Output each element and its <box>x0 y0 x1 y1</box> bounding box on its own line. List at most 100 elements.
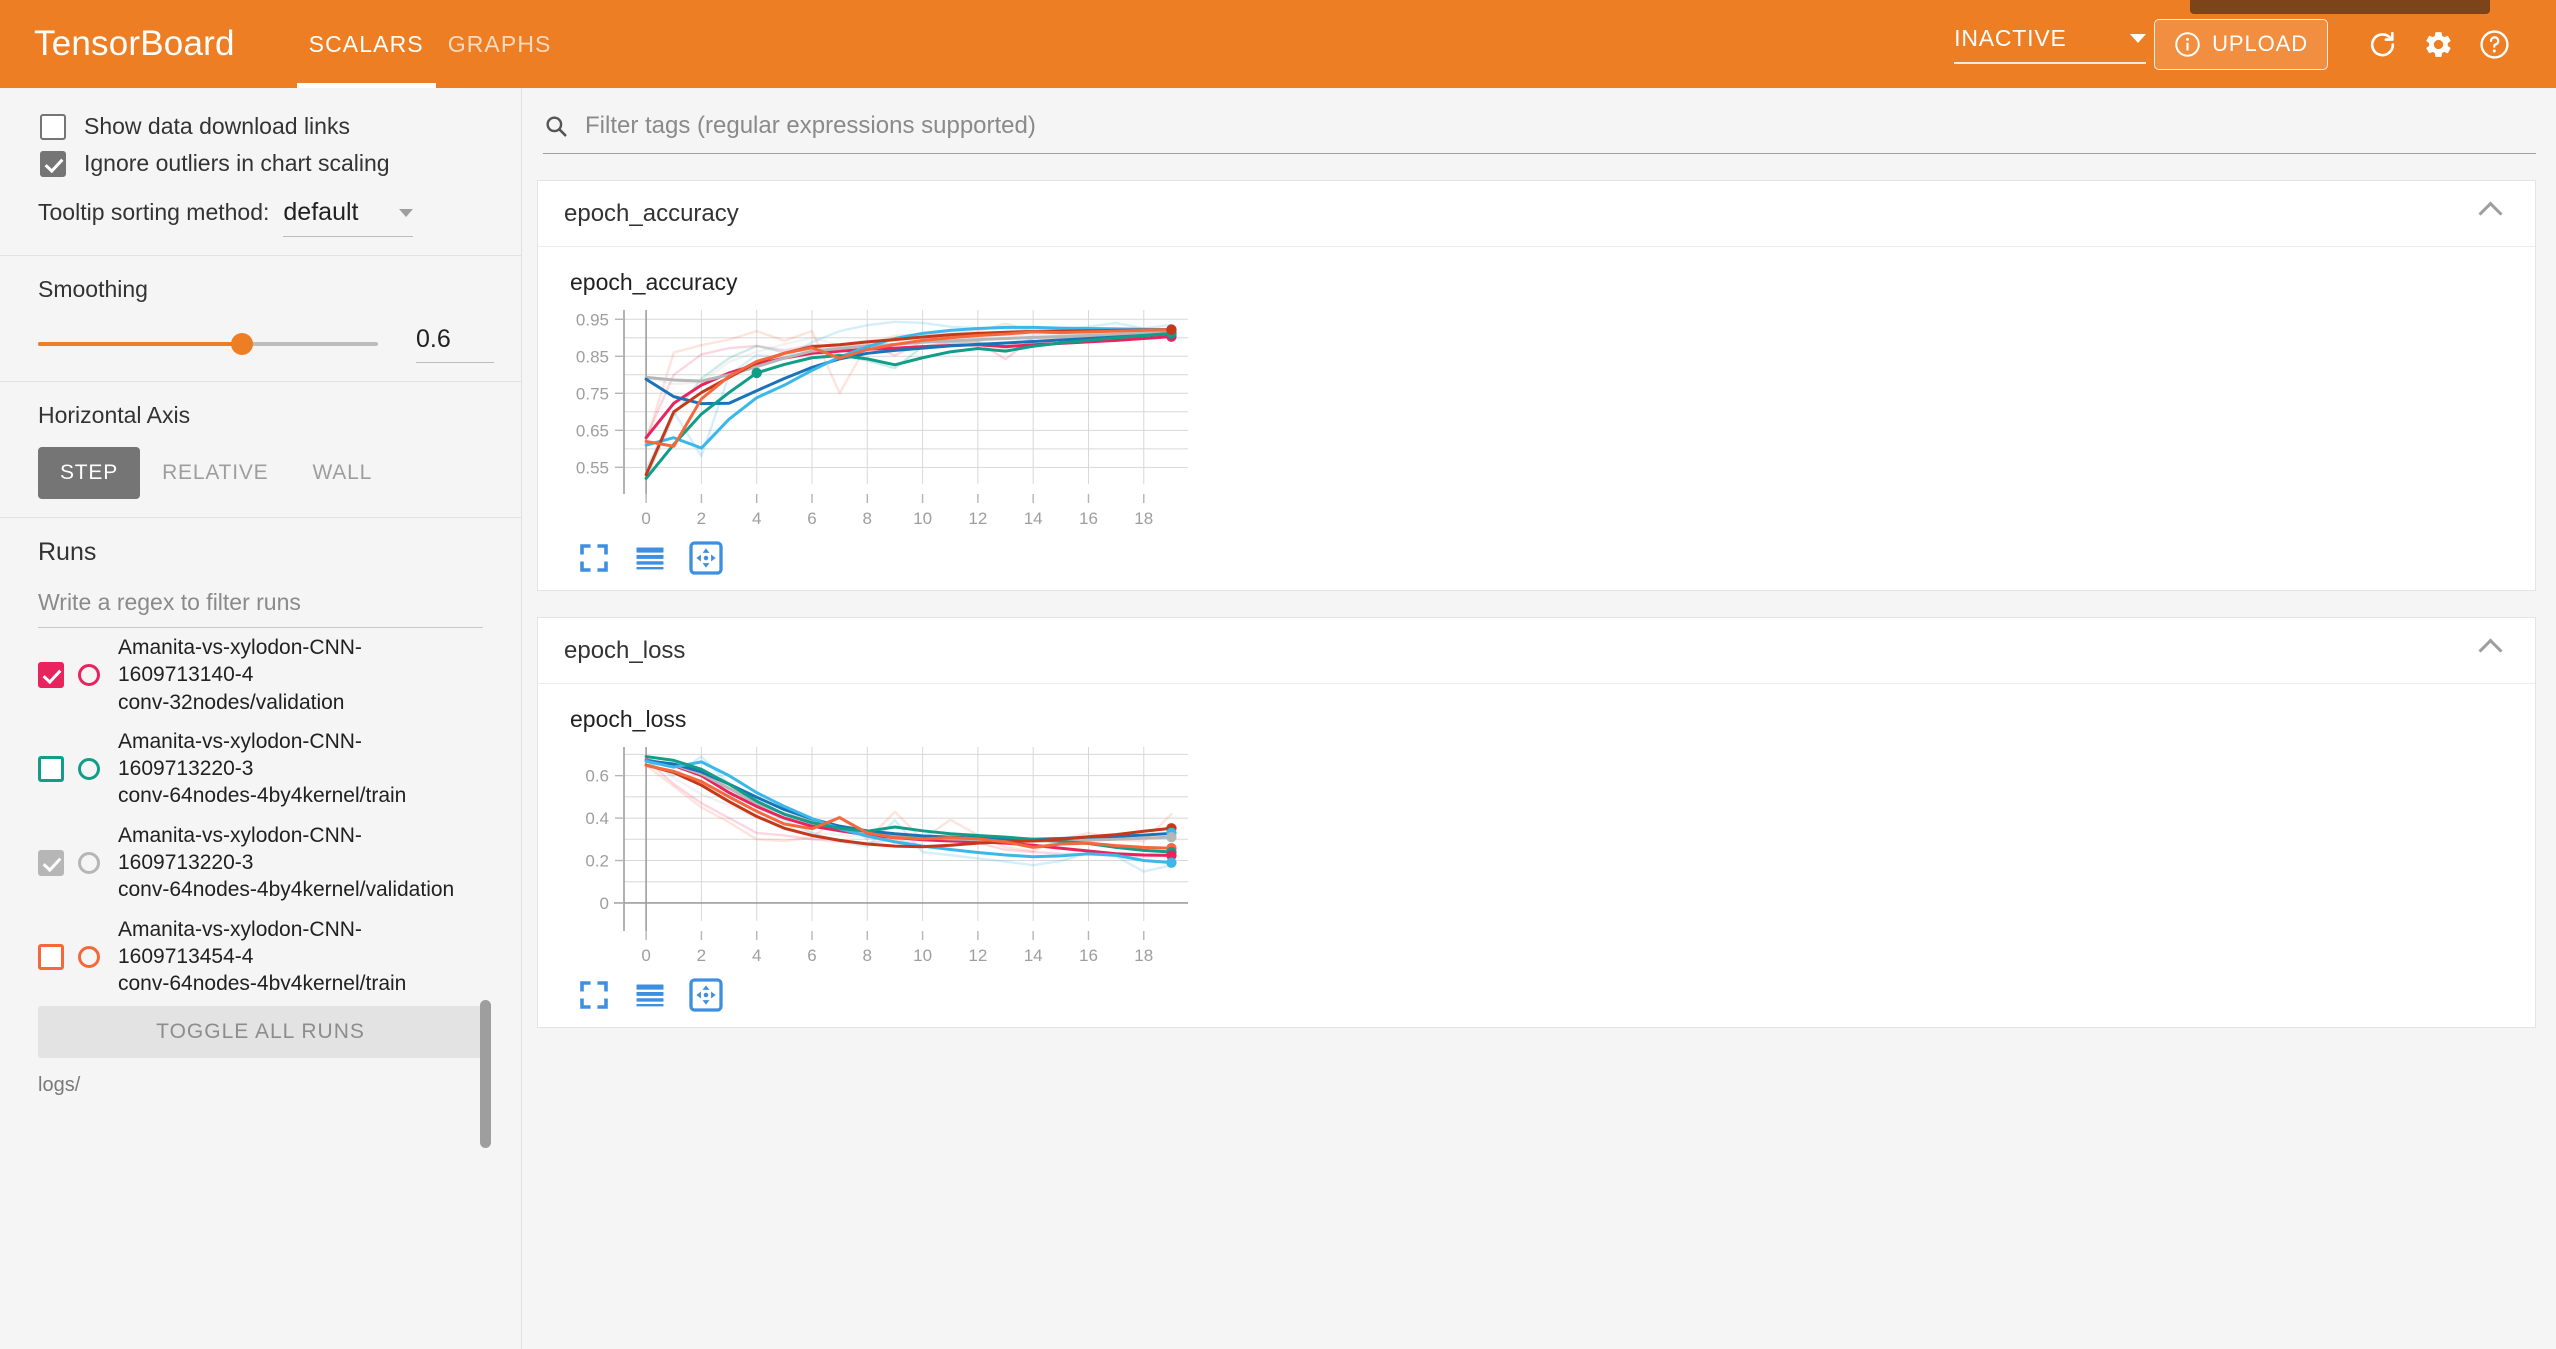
upload-button[interactable]: UPLOAD <box>2154 18 2328 70</box>
smoothing-slider[interactable] <box>38 333 378 355</box>
filter-tags-placeholder: Filter tags (regular expressions support… <box>585 112 1036 139</box>
smoothing-slider-knob[interactable] <box>231 333 253 355</box>
show-download-links-label: Show data download links <box>84 113 350 139</box>
svg-text:0.4: 0.4 <box>585 809 609 828</box>
svg-text:6: 6 <box>807 946 816 965</box>
tooltip-popup <box>2190 0 2490 14</box>
chevron-up-icon[interactable] <box>2478 638 2503 663</box>
svg-text:6: 6 <box>807 509 816 528</box>
tooltip-sorting-row: Tooltip sorting method: default <box>0 182 521 237</box>
run-list-item[interactable]: Amanita-vs-xylodon-CNN-1609713220-3 conv… <box>38 816 483 910</box>
haxis-option-relative[interactable]: RELATIVE <box>140 447 290 499</box>
svg-text:16: 16 <box>1079 946 1098 965</box>
connection-status-dropdown[interactable]: INACTIVE <box>1954 24 2147 64</box>
ignore-outliers-checkbox[interactable] <box>40 150 66 177</box>
run-name-label: Amanita-vs-xylodon-CNN-1609713220-3 conv… <box>118 823 455 902</box>
run-name-label: Amanita-vs-xylodon-CNN-1609713140-4 conv… <box>118 636 362 714</box>
runs-filter-input[interactable]: Write a regex to filter runs <box>38 589 483 628</box>
run-color-swatch-icon[interactable] <box>78 663 100 686</box>
chart-title: epoch_loss <box>570 706 687 732</box>
run-list-item[interactable]: Amanita-vs-xylodon-CNN-1609713220-3 conv… <box>38 722 483 816</box>
reset-axes-icon[interactable] <box>688 540 724 576</box>
svg-text:2: 2 <box>697 946 706 965</box>
svg-text:0.2: 0.2 <box>585 852 609 871</box>
horizontal-axis-section: Horizontal Axis STEP RELATIVE WALL <box>0 382 521 517</box>
run-visibility-checkbox[interactable] <box>38 943 64 970</box>
data-table-icon[interactable] <box>632 977 668 1013</box>
run-visibility-checkbox[interactable] <box>38 661 64 688</box>
display-options-section: Show data download links Ignore outliers… <box>0 88 521 255</box>
show-download-links-checkbox[interactable] <box>40 113 66 140</box>
run-color-swatch-icon[interactable] <box>78 851 100 874</box>
filter-tags-input[interactable]: Filter tags (regular expressions support… <box>543 112 2536 154</box>
refresh-button[interactable] <box>2354 16 2410 72</box>
svg-text:0.6: 0.6 <box>585 767 609 786</box>
haxis-option-step[interactable]: STEP <box>38 447 141 499</box>
help-button[interactable] <box>2466 16 2522 72</box>
svg-text:8: 8 <box>863 509 872 528</box>
run-color-swatch-icon[interactable] <box>78 757 100 780</box>
run-list-item[interactable]: Amanita-vs-xylodon-CNN-1609713454-4 conv… <box>38 910 483 990</box>
card-header-epoch-loss[interactable]: epoch_loss <box>538 618 2535 684</box>
tab-scalars[interactable]: SCALARS <box>296 0 436 88</box>
svg-text:0.75: 0.75 <box>576 384 609 403</box>
tooltip-sorting-label: Tooltip sorting method: <box>38 199 270 225</box>
connection-status-label: INACTIVE <box>1954 24 2067 51</box>
smoothing-section: Smoothing 0.6 <box>0 256 521 381</box>
toggle-all-runs-button[interactable]: TOGGLE ALL RUNS <box>38 1006 483 1058</box>
card-header-epoch-accuracy[interactable]: epoch_accuracy <box>538 181 2535 247</box>
runs-list-scrollbar[interactable] <box>480 1000 491 1148</box>
tooltip-sorting-select[interactable]: default <box>283 198 414 237</box>
card-title: epoch_accuracy <box>564 199 739 227</box>
reset-axes-icon[interactable] <box>688 977 724 1013</box>
svg-text:0: 0 <box>641 509 650 528</box>
haxis-option-wall[interactable]: WALL <box>290 447 394 499</box>
chart-toolbar <box>538 540 2535 576</box>
data-table-icon[interactable] <box>632 540 668 576</box>
run-visibility-checkbox[interactable] <box>38 755 64 782</box>
run-list-item[interactable]: Amanita-vs-xylodon-CNN-1609713140-4 conv… <box>38 628 483 722</box>
fullscreen-icon[interactable] <box>576 977 612 1013</box>
smoothing-slider-fill <box>38 342 242 346</box>
run-visibility-checkbox[interactable] <box>38 849 64 876</box>
svg-text:0: 0 <box>600 894 609 913</box>
chevron-down-icon <box>2130 33 2147 43</box>
tab-graphs[interactable]: GRAPHS <box>436 0 564 88</box>
app-brand-title: TensorBoard <box>34 24 235 63</box>
run-color-swatch-icon[interactable] <box>78 945 100 968</box>
run-name-label: Amanita-vs-xylodon-CNN-1609713454-4 conv… <box>118 917 407 990</box>
svg-text:0.95: 0.95 <box>576 310 609 329</box>
svg-text:0.65: 0.65 <box>576 421 609 440</box>
svg-text:0.85: 0.85 <box>576 347 609 366</box>
svg-text:8: 8 <box>863 946 872 965</box>
runs-list[interactable]: Amanita-vs-xylodon-CNN-1609713140-4 conv… <box>38 628 483 990</box>
runs-section: Runs Write a regex to filter runs Amanit… <box>0 518 521 1115</box>
card-epoch-accuracy: epoch_accuracy epoch_accuracy 0.55 0.65 0.… <box>537 180 2536 591</box>
top-bar-actions: INACTIVE UPLOAD <box>1954 16 2522 72</box>
chart-epoch-loss[interactable]: 0 0.2 0.4 0.6 0 2 4 6 8 10 12 14 16 18 <box>548 733 1248 973</box>
svg-text:10: 10 <box>913 946 932 965</box>
svg-text:4: 4 <box>752 946 761 965</box>
svg-text:0.55: 0.55 <box>576 458 609 477</box>
show-download-links-row[interactable]: Show data download links <box>0 108 521 145</box>
chart-epoch-accuracy[interactable]: 0.55 0.65 0.75 0.85 0.95 0 2 4 6 8 10 12 14 16 18 <box>548 296 1248 536</box>
svg-text:4: 4 <box>752 509 761 528</box>
chevron-up-icon[interactable] <box>2478 201 2503 226</box>
card-title: epoch_loss <box>564 636 686 664</box>
chart-title: epoch_accuracy <box>570 269 738 295</box>
run-name-label: Amanita-vs-xylodon-CNN-1609713220-3 conv… <box>118 729 407 808</box>
fullscreen-icon[interactable] <box>576 540 612 576</box>
settings-button[interactable] <box>2410 16 2466 72</box>
runs-heading: Runs <box>38 538 97 566</box>
smoothing-value-input[interactable]: 0.6 <box>416 325 494 363</box>
svg-text:2: 2 <box>697 509 706 528</box>
card-body: epoch_accuracy 0.55 0.65 0.75 0.85 0.95 0 2 4 6 8… <box>538 247 2535 590</box>
card-body: epoch_loss 0 0.2 0.4 0.6 0 2 4 6 8 10 12 14 16 18 <box>538 684 2535 1027</box>
nav-tabs: SCALARS GRAPHS <box>296 0 564 88</box>
svg-text:10: 10 <box>913 509 932 528</box>
chart-toolbar <box>538 977 2535 1013</box>
smoothing-heading: Smoothing <box>38 276 148 302</box>
svg-text:12: 12 <box>968 946 987 965</box>
ignore-outliers-row[interactable]: Ignore outliers in chart scaling <box>0 145 521 182</box>
ignore-outliers-label: Ignore outliers in chart scaling <box>84 150 390 176</box>
